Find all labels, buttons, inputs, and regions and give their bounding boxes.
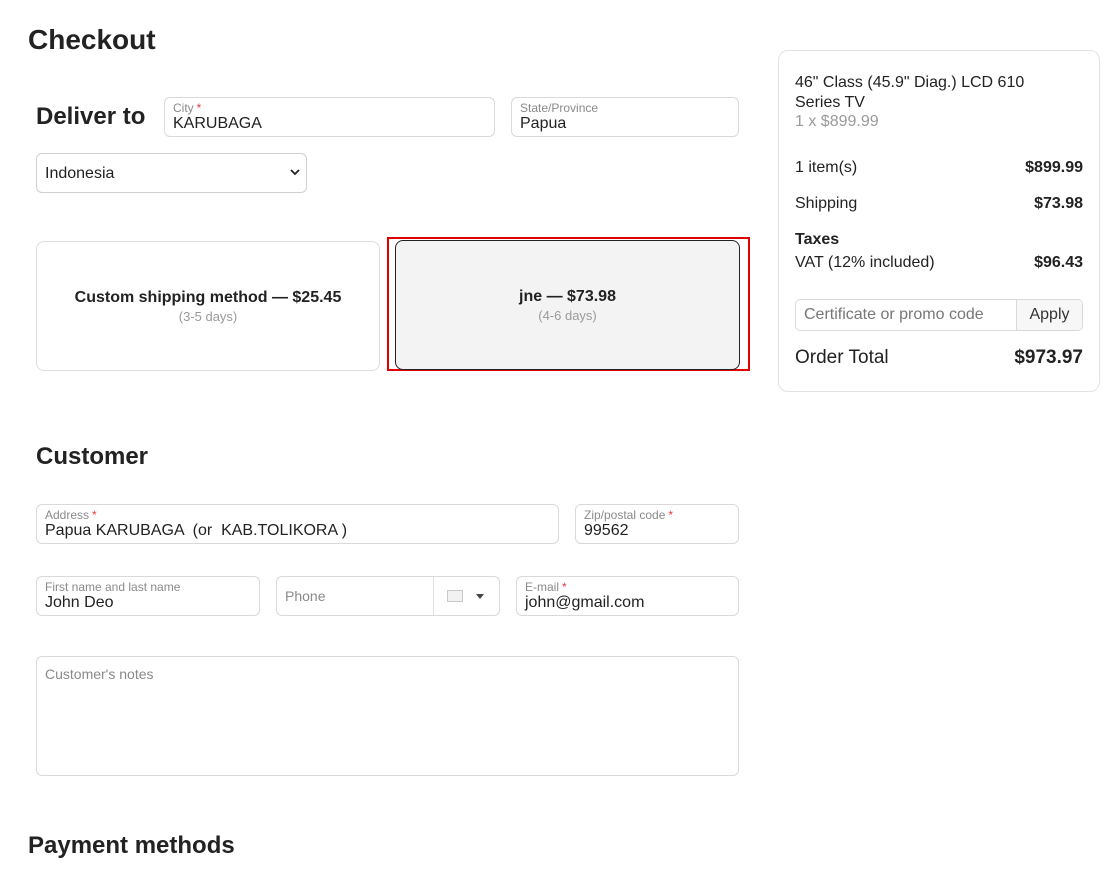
shipping-option-title: Custom shipping method — $25.45	[74, 288, 342, 306]
vat-label: VAT (12% included)	[795, 254, 935, 271]
phone-placeholder: Phone	[285, 588, 326, 604]
address-label: Address *	[45, 508, 97, 522]
city-label: City *	[173, 101, 202, 115]
promo-code-input[interactable]: Certificate or promo code	[804, 306, 984, 324]
shipping-option-title: jne — $73.98	[519, 287, 616, 305]
shipping-option-jne[interactable]: jne — $73.98 (4-6 days)	[395, 240, 740, 370]
customer-notes-textarea[interactable]: Customer's notes	[36, 656, 739, 776]
taxes-heading: Taxes	[795, 231, 840, 248]
country-value: Indonesia	[45, 165, 115, 182]
email-label: E-mail *	[525, 580, 567, 594]
vat-row: VAT (12% included) $96.43	[795, 254, 1083, 272]
order-total-label: Order Total	[795, 347, 889, 368]
address-value: Papua KARUBAGA (or KAB.TOLIKORA )	[45, 522, 348, 539]
state-field[interactable]: State/Province Papua	[511, 97, 739, 137]
state-label: State/Province	[520, 101, 599, 115]
shipping-row: Shipping $73.98	[795, 195, 1083, 213]
phone-field[interactable]: Phone	[276, 576, 500, 616]
name-field[interactable]: First name and last name John Deo	[36, 576, 260, 616]
product-qty-price: 1 x $899.99	[795, 113, 879, 130]
product-name: 46" Class (45.9" Diag.) LCD 610 Series T…	[795, 74, 1025, 111]
state-value: Papua	[520, 115, 567, 132]
shipping-label: Shipping	[795, 195, 858, 212]
items-row: 1 item(s) $899.99	[795, 159, 1083, 177]
items-label: 1 item(s)	[795, 159, 858, 176]
chevron-down-icon	[290, 169, 300, 176]
shipping-option-custom[interactable]: Custom shipping method — $25.45 (3-5 day…	[36, 241, 380, 371]
shipping-option-duration: (4-6 days)	[538, 307, 597, 323]
apply-button[interactable]: Apply	[1016, 300, 1082, 330]
address-field[interactable]: Address * Papua KARUBAGA (or KAB.TOLIKORA…	[36, 504, 559, 544]
vat-value: $96.43	[1034, 254, 1083, 271]
name-label: First name and last name	[45, 580, 181, 594]
order-total-row: Order Total $973.97	[795, 347, 1083, 369]
customer-heading: Customer	[36, 443, 149, 470]
zip-field[interactable]: Zip/postal code * 99562	[575, 504, 739, 544]
items-value: $899.99	[1025, 159, 1083, 176]
email-value: john@gmail.com	[525, 594, 645, 611]
country-select[interactable]: Indonesia	[36, 153, 307, 193]
caret-down-icon	[476, 594, 484, 599]
email-field[interactable]: E-mail * john@gmail.com	[516, 576, 739, 616]
zip-value: 99562	[584, 522, 629, 539]
country-code-picker[interactable]	[434, 577, 500, 615]
city-field[interactable]: City * KARUBAGA	[164, 97, 495, 137]
promo-code-group: Certificate or promo code Apply	[795, 299, 1083, 331]
name-value: John Deo	[45, 594, 114, 611]
shipping-value: $73.98	[1034, 195, 1083, 212]
page-title: Checkout	[28, 24, 156, 55]
order-summary-panel: 46" Class (45.9" Diag.) LCD 610 Series T…	[778, 50, 1100, 392]
zip-label: Zip/postal code *	[584, 508, 674, 522]
city-value: KARUBAGA	[173, 115, 262, 132]
payment-heading: Payment methods	[28, 832, 235, 859]
notes-placeholder: Customer's notes	[45, 666, 154, 682]
shipping-option-duration: (3-5 days)	[178, 308, 238, 324]
order-total-value: $973.97	[1014, 347, 1083, 368]
flag-icon	[447, 590, 463, 602]
deliver-heading: Deliver to	[36, 103, 146, 130]
